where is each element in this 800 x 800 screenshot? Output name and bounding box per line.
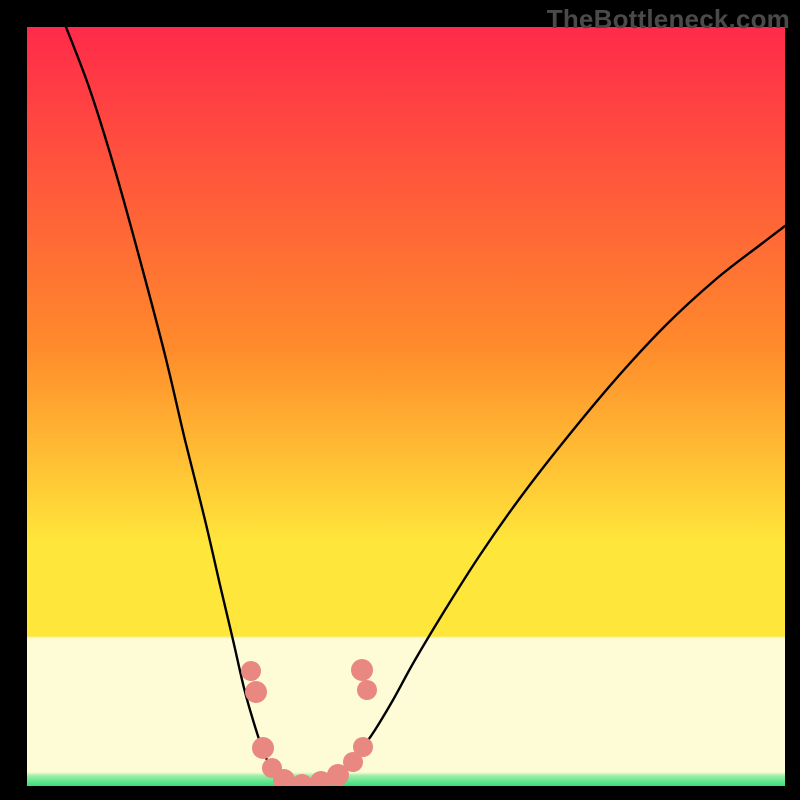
bottleneck-chart — [0, 0, 800, 800]
heat-gradient — [27, 27, 785, 786]
marker-point — [353, 737, 373, 757]
marker-point — [357, 680, 377, 700]
marker-point — [245, 681, 267, 703]
watermark-text: TheBottleneck.com — [547, 4, 790, 35]
marker-point — [351, 659, 373, 681]
chart-container: { "watermark": "TheBottleneck.com", "col… — [0, 0, 800, 800]
marker-point — [252, 737, 274, 759]
marker-point — [241, 661, 261, 681]
